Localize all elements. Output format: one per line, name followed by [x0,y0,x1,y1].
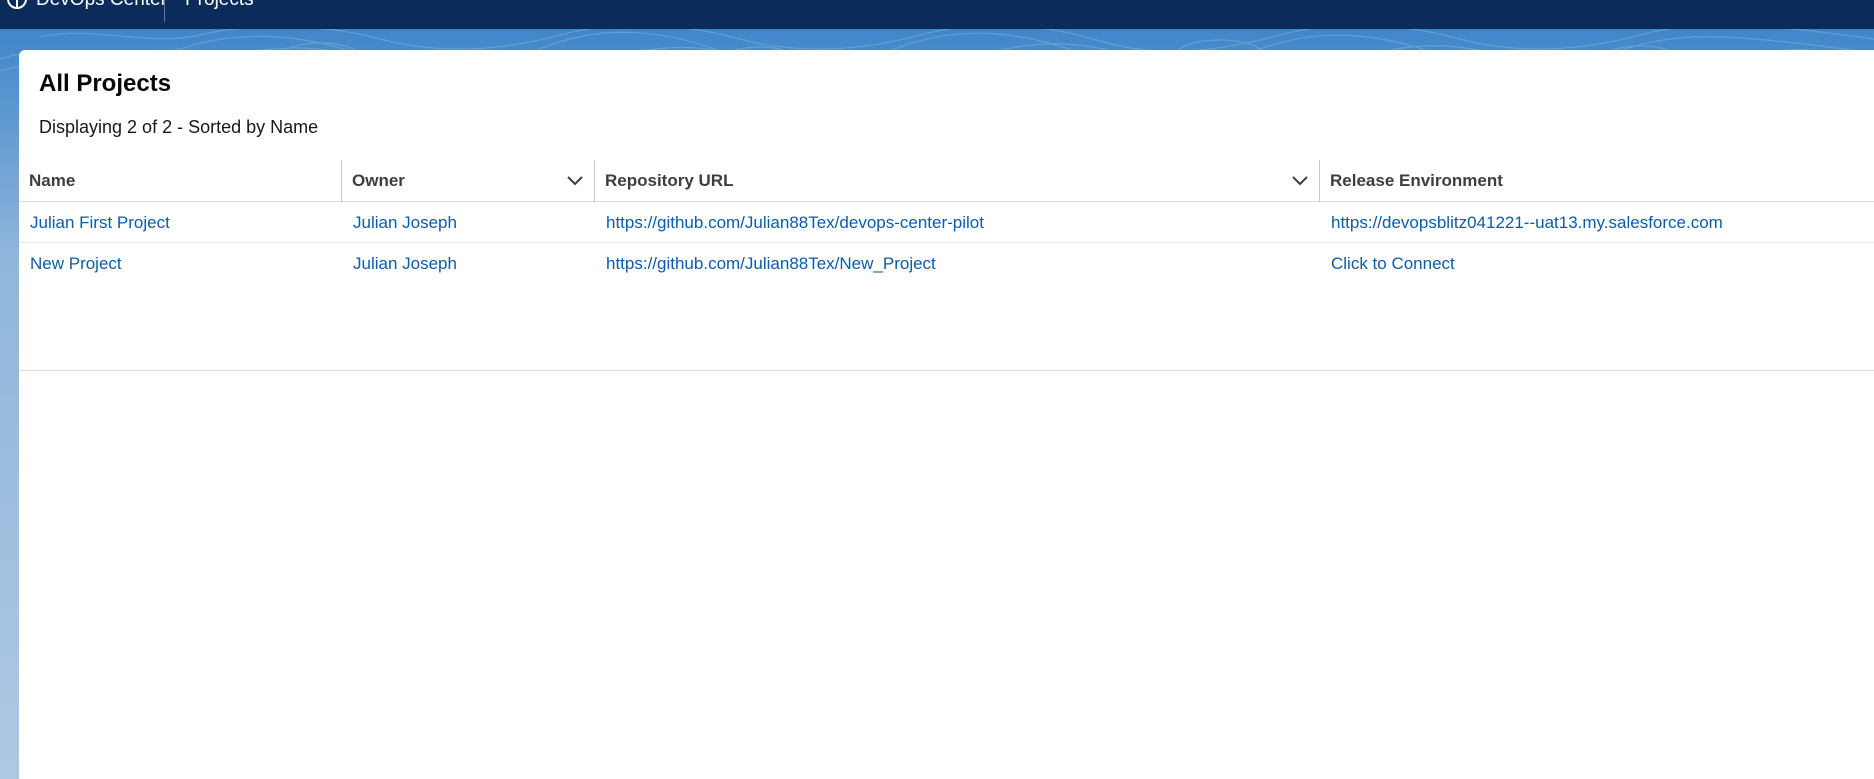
column-label: Release Environment [1330,171,1503,190]
repository-url-link[interactable]: https://github.com/Julian88Tex/devops-ce… [606,202,984,243]
list-view-card: All Projects Displaying 2 of 2 - Sorted … [19,50,1874,779]
list-summary: Displaying 2 of 2 - Sorted by Name [39,117,319,137]
chevron-down-icon[interactable] [567,176,583,186]
column-header-release-environment[interactable]: Release Environment [1320,160,1874,202]
project-name-link[interactable]: Julian First Project [30,202,170,243]
column-label: Owner [352,171,405,190]
release-environment-link[interactable]: Click to Connect [1331,243,1455,284]
projects-table: Name Owner Repository URL Release Enviro… [19,160,1874,284]
table-row: Julian First Project Julian Joseph https… [19,202,1874,243]
column-label: Name [29,171,76,190]
page-title: All Projects [39,70,172,97]
release-environment-link[interactable]: https://devopsblitz041221--uat13.my.sale… [1331,202,1723,243]
nav-tab-projects[interactable]: Projects [185,0,254,11]
header-divider [164,0,165,22]
table-row: New Project Julian Joseph https://github… [19,243,1874,284]
column-label: Repository URL [605,171,734,190]
chevron-down-icon[interactable] [1292,176,1308,186]
app-name[interactable]: DevOps Center [36,0,167,11]
table-bottom-divider [19,370,1874,371]
column-header-repository-url[interactable]: Repository URL [595,160,1320,202]
owner-link[interactable]: Julian Joseph [353,202,457,243]
column-header-name[interactable]: Name [19,160,342,202]
owner-link[interactable]: Julian Joseph [353,243,457,284]
column-header-owner[interactable]: Owner [342,160,595,202]
table-header: Name Owner Repository URL Release Enviro… [19,160,1874,202]
devops-center-icon[interactable] [6,0,28,10]
repository-url-link[interactable]: https://github.com/Julian88Tex/New_Proje… [606,243,936,284]
project-name-link[interactable]: New Project [30,243,122,284]
global-header: DevOps Center Projects [0,0,1874,29]
